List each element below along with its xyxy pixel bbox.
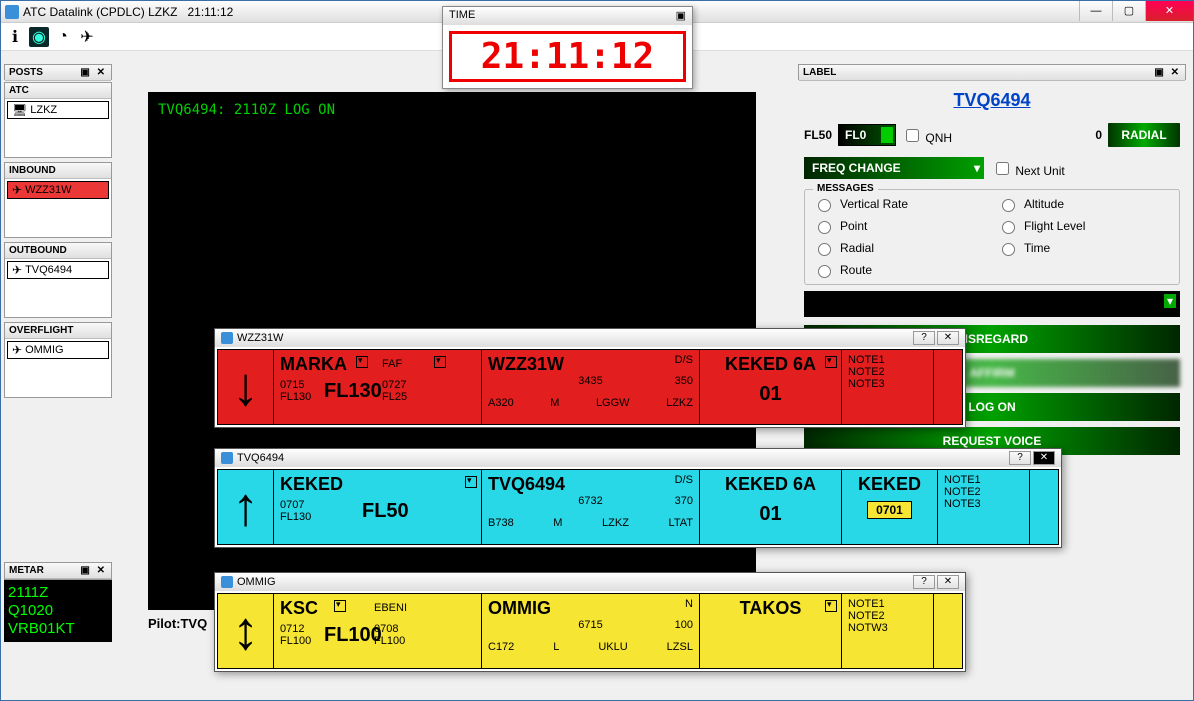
pin-close-icon[interactable]: ▣ ✕ — [80, 565, 107, 576]
pilot-label: Pilot:TVQ — [148, 616, 207, 631]
msg-route[interactable]: Route — [813, 262, 987, 278]
fl-label: FL50 — [804, 128, 832, 142]
wpt-dropdown[interactable] — [465, 476, 477, 488]
qnh-value: 0 — [1095, 128, 1102, 142]
help-button[interactable]: ? — [913, 331, 935, 345]
label-callsign[interactable]: TVQ6494 — [804, 90, 1180, 111]
pin-close-icon[interactable]: ▣ ✕ — [80, 67, 107, 78]
messages-group: MESSAGES Vertical Rate Altitude Point Fl… — [804, 189, 1180, 285]
sid-dropdown[interactable] — [825, 356, 837, 368]
sid-dropdown[interactable] — [825, 600, 837, 612]
pin-close-icon[interactable]: ▣ ✕ — [1154, 67, 1181, 78]
app-icon — [221, 576, 233, 588]
msg-altitude[interactable]: Altitude — [997, 196, 1171, 212]
info-icon[interactable]: ℹ — [5, 27, 25, 47]
time-clock: 21:11:12 — [449, 31, 686, 82]
arrow-updown-icon: ↕ — [232, 607, 259, 655]
metar-header: METAR▣ ✕ — [5, 563, 111, 579]
minimize-button[interactable]: — — [1079, 1, 1112, 21]
strip-window-ommig[interactable]: OMMIG?✕ ↕ KSC EBENI 07120708 FL100FL100F… — [214, 572, 966, 672]
metar-text: 2111ZQ1020VRB01KT — [4, 580, 112, 642]
next-unit-check[interactable]: Next Unit — [992, 159, 1065, 178]
msg-time[interactable]: Time — [997, 240, 1171, 256]
aircraft-icon[interactable]: ✈ — [77, 27, 97, 47]
help-button[interactable]: ? — [1009, 451, 1031, 465]
app-icon — [221, 332, 233, 344]
posts-header: POSTS▣ ✕ — [5, 65, 111, 81]
outbound-item[interactable]: ✈TVQ6494 — [7, 261, 109, 279]
atc-station[interactable]: 🖥LZKZ — [7, 101, 109, 119]
app-icon — [5, 5, 19, 19]
maximize-button[interactable]: ▢ — [1112, 1, 1145, 21]
hold-time[interactable]: 0701 — [867, 501, 912, 519]
strip-window-wzz[interactable]: WZZ31W?✕ ↓ MARKA FAF 07150727 FL130FL130… — [214, 328, 966, 428]
msg-vertical-rate[interactable]: Vertical Rate — [813, 196, 987, 212]
close-button[interactable]: ✕ — [1033, 451, 1055, 465]
arrow-up-icon: ↑ — [232, 483, 259, 531]
inbound-header: INBOUND — [5, 163, 111, 179]
plane-icon: ✈ — [12, 183, 22, 197]
atc-header: ATC — [5, 83, 111, 99]
strip-window-tvq[interactable]: TVQ6494?✕ ↑ KEKED 0707 FL130FL50 TVQ6494… — [214, 448, 1062, 548]
freq-dropdown[interactable]: FREQ CHANGE — [804, 157, 984, 179]
time-window[interactable]: TIME ▣ 21:11:12 — [442, 6, 693, 89]
inbound-item[interactable]: ✈WZZ31W — [7, 181, 109, 199]
overflight-header: OVERFLIGHT — [5, 323, 111, 339]
qnh-check[interactable]: QNH — [902, 126, 952, 145]
plane-icon: ✈ — [12, 263, 22, 277]
tower-icon: 🖥 — [12, 103, 27, 117]
time-title: TIME — [449, 9, 475, 23]
outbound-header: OUTBOUND — [5, 243, 111, 259]
help-button[interactable]: ? — [913, 575, 935, 589]
msg-flight-level[interactable]: Flight Level — [997, 218, 1171, 234]
close-button[interactable]: ✕ — [937, 575, 959, 589]
radar-log: TVQ6494: 2110Z LOG ON — [148, 92, 756, 128]
radar-icon[interactable]: ◉ — [29, 27, 49, 47]
fl-dropdown[interactable]: FL0 — [838, 124, 896, 146]
app-icon — [221, 452, 233, 464]
preset-dropdown[interactable] — [804, 291, 1180, 317]
msg-radial[interactable]: Radial — [813, 240, 987, 256]
wpt-dropdown[interactable] — [356, 356, 368, 368]
titlebar-clock: 21:11:12 — [188, 5, 234, 19]
window-title: ATC Datalink (CPDLC) LZKZ — [23, 5, 177, 19]
label-header: LABEL▣ ✕ — [799, 65, 1185, 81]
clock-icon[interactable]: ◔ — [53, 27, 73, 47]
plane-icon: ✈ — [12, 343, 22, 357]
close-button[interactable]: ✕ — [1145, 1, 1193, 21]
radial-button[interactable]: RADIAL — [1108, 123, 1180, 147]
wpt-dropdown[interactable] — [334, 600, 346, 612]
overflight-item[interactable]: ✈OMMIG — [7, 341, 109, 359]
close-button[interactable]: ✕ — [937, 331, 959, 345]
time-close-icon[interactable]: ▣ — [676, 9, 686, 23]
msg-point[interactable]: Point — [813, 218, 987, 234]
arrow-down-icon: ↓ — [232, 363, 259, 411]
faf-dropdown[interactable] — [434, 356, 446, 368]
